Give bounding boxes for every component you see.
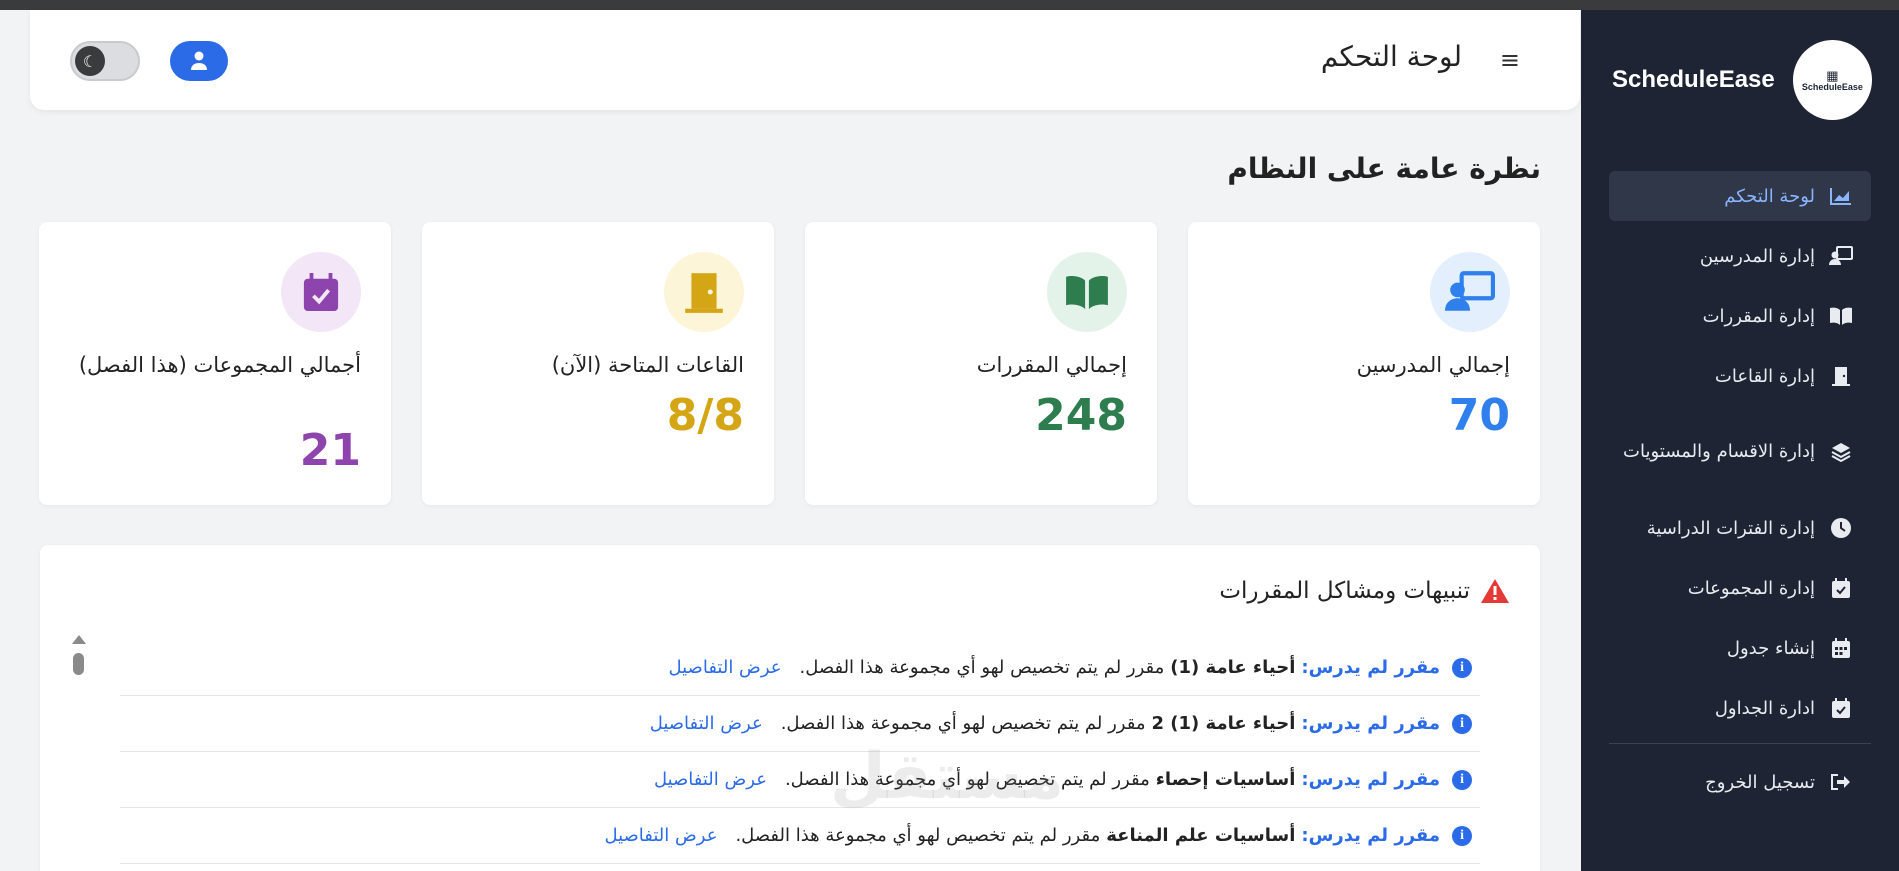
moon-icon: ☾ — [75, 46, 105, 76]
calendar-check-icon — [281, 252, 361, 332]
alert-message: مقرر لم يتم تخصيص لهو أي مجموعة هذا الفص… — [735, 825, 1101, 846]
alert-course: أحياء عامة (1) 2 — [1151, 713, 1296, 734]
sidebar-item-departments[interactable]: إدارة الاقسام والمستويات — [1609, 411, 1871, 493]
door-icon — [1829, 364, 1853, 388]
alert-prefix: مقرر لم يدرس: — [1301, 657, 1440, 678]
alert-row: i مقرر لم يدرس: أساسيات علم المناعة مقرر… — [120, 808, 1480, 864]
alert-row: i مقرر لم يدرس: أساسيات إحصاء مقرر لم يت… — [120, 752, 1480, 808]
alert-course: أحياء عامة (1) — [1170, 657, 1296, 678]
calendar-icon — [1829, 636, 1853, 660]
sidebar-item-periods[interactable]: إدارة الفترات الدراسية — [1609, 503, 1871, 553]
alert-row: i مقرر لم يدرس: أحياء عامة (1) مقرر لم ي… — [120, 640, 1480, 696]
logo-text: ScheduleEase — [1801, 81, 1863, 92]
alerts-list: i مقرر لم يدرس: أحياء عامة (1) مقرر لم ي… — [120, 640, 1480, 864]
alert-message: مقرر لم يتم تخصيص لهو أي مجموعة هذا الفص… — [799, 657, 1165, 678]
sidebar-item-dashboard[interactable]: لوحة التحكم — [1609, 171, 1871, 221]
alerts-title: تنبيهات ومشاكل المقررات — [1219, 577, 1510, 605]
alerts-title-text: تنبيهات ومشاكل المقررات — [1219, 578, 1470, 604]
chart-area-icon — [1829, 184, 1853, 208]
alerts-panel: تنبيهات ومشاكل المقررات i مقرر لم يدرس: … — [40, 545, 1540, 871]
stat-card-teachers[interactable]: إجمالي المدرسين 70 — [1188, 222, 1540, 505]
sidebar-item-courses[interactable]: إدارة المقررات — [1609, 291, 1871, 341]
sidebar-item-manage-schedules[interactable]: ادارة الجداول — [1609, 683, 1871, 733]
sidebar-item-label: إدارة المقررات — [1702, 305, 1815, 327]
layers-icon — [1829, 440, 1853, 464]
stat-value: 8/8 — [666, 390, 744, 441]
user-profile-button[interactable] — [170, 41, 228, 81]
alert-row: i مقرر لم يدرس: أحياء عامة (1) 2 مقرر لم… — [120, 696, 1480, 752]
alert-prefix: مقرر لم يدرس: — [1301, 825, 1440, 846]
top-header: ≡ لوحة التحكم ☾ — [30, 10, 1580, 110]
sidebar-item-label: إنشاء جدول — [1726, 637, 1815, 659]
scroll-thumb[interactable] — [73, 653, 84, 675]
info-icon: i — [1452, 825, 1472, 846]
sidebar-divider — [1609, 743, 1871, 744]
view-details-link[interactable]: عرض التفاصيل — [604, 825, 717, 846]
sidebar-item-teachers[interactable]: إدارة المدرسين — [1609, 231, 1871, 281]
stat-label: القاعات المتاحة (الآن) — [551, 353, 744, 377]
teacher-icon — [1430, 252, 1510, 332]
view-details-link[interactable]: عرض التفاصيل — [654, 769, 767, 790]
view-details-link[interactable]: عرض التفاصيل — [668, 657, 781, 678]
sidebar-item-label: ادارة الجداول — [1714, 697, 1815, 719]
info-icon: i — [1452, 657, 1472, 678]
book-open-icon — [1047, 252, 1127, 332]
alert-message: مقرر لم يتم تخصيص لهو أي مجموعة هذا الفص… — [780, 713, 1146, 734]
alerts-scrollbar[interactable] — [70, 635, 88, 871]
sidebar-item-label: إدارة الاقسام والمستويات — [1623, 441, 1815, 462]
calendar-check-icon — [1829, 696, 1853, 720]
stat-value: 21 — [299, 425, 361, 476]
sidebar-item-groups[interactable]: إدارة المجموعات — [1609, 563, 1871, 613]
window-top-strip — [0, 0, 1899, 10]
brand-logo: ▦ ScheduleEase — [1792, 40, 1872, 120]
hamburger-menu-icon[interactable]: ≡ — [1500, 46, 1520, 74]
page-title: لوحة التحكم — [1320, 40, 1462, 73]
info-icon: i — [1452, 769, 1472, 790]
book-icon — [1829, 304, 1853, 328]
info-icon: i — [1452, 713, 1472, 734]
stat-card-groups[interactable]: أجمالي المجموعات (هذا الفصل) 21 — [39, 222, 391, 505]
view-details-link[interactable]: عرض التفاصيل — [650, 713, 763, 734]
calendar-check-icon — [1829, 576, 1853, 600]
scroll-up-arrow-icon[interactable] — [72, 635, 86, 644]
alert-prefix: مقرر لم يدرس: — [1301, 713, 1440, 734]
logout-label: تسجيل الخروج — [1705, 771, 1815, 793]
stat-card-courses[interactable]: إجمالي المقررات 248 — [805, 222, 1157, 505]
brand[interactable]: ▦ ScheduleEase ScheduleEase — [1612, 40, 1872, 120]
warning-triangle-icon — [1480, 577, 1510, 605]
alert-message: مقرر لم يتم تخصيص لهو أي مجموعة هذا الفص… — [784, 769, 1150, 790]
teacher-icon — [1829, 244, 1853, 268]
sidebar: ▦ ScheduleEase ScheduleEase لوحة التحكم … — [1581, 10, 1899, 871]
sidebar-item-label: إدارة المدرسين — [1699, 245, 1815, 267]
stat-value: 248 — [1035, 390, 1127, 441]
brand-name: ScheduleEase — [1612, 66, 1775, 93]
sidebar-item-label: إدارة المجموعات — [1687, 577, 1815, 599]
sidebar-item-label: لوحة التحكم — [1724, 185, 1815, 207]
stat-label: أجمالي المجموعات (هذا الفصل) — [78, 353, 361, 377]
calendar-logo-icon: ▦ — [1826, 67, 1839, 83]
sidebar-item-label: إدارة الفترات الدراسية — [1646, 517, 1815, 539]
stats-cards: إجمالي المدرسين 70 إجمالي المقررات 248 ا… — [39, 222, 1540, 505]
sidebar-nav: لوحة التحكم إدارة المدرسين إدارة المقررا… — [1609, 171, 1871, 812]
sidebar-item-create-schedule[interactable]: إنشاء جدول — [1609, 623, 1871, 673]
door-icon — [664, 252, 744, 332]
user-icon — [191, 51, 207, 70]
stat-card-halls[interactable]: القاعات المتاحة (الآن) 8/8 — [422, 222, 774, 505]
sidebar-item-halls[interactable]: إدارة القاعات — [1609, 351, 1871, 401]
dark-mode-toggle[interactable]: ☾ — [70, 41, 140, 81]
alert-course: أساسيات إحصاء — [1155, 769, 1296, 790]
sidebar-item-label: إدارة القاعات — [1714, 365, 1815, 387]
sign-out-icon — [1829, 770, 1853, 794]
clock-icon — [1829, 516, 1853, 540]
logout-button[interactable]: تسجيل الخروج — [1609, 762, 1871, 802]
alert-prefix: مقرر لم يدرس: — [1301, 769, 1440, 790]
overview-title: نظرة عامة على النظام — [1227, 152, 1541, 185]
alert-course: أساسيات علم المناعة — [1106, 825, 1296, 846]
stat-label: إجمالي المدرسين — [1356, 353, 1510, 377]
stat-label: إجمالي المقررات — [976, 353, 1127, 377]
stat-value: 70 — [1448, 390, 1510, 441]
